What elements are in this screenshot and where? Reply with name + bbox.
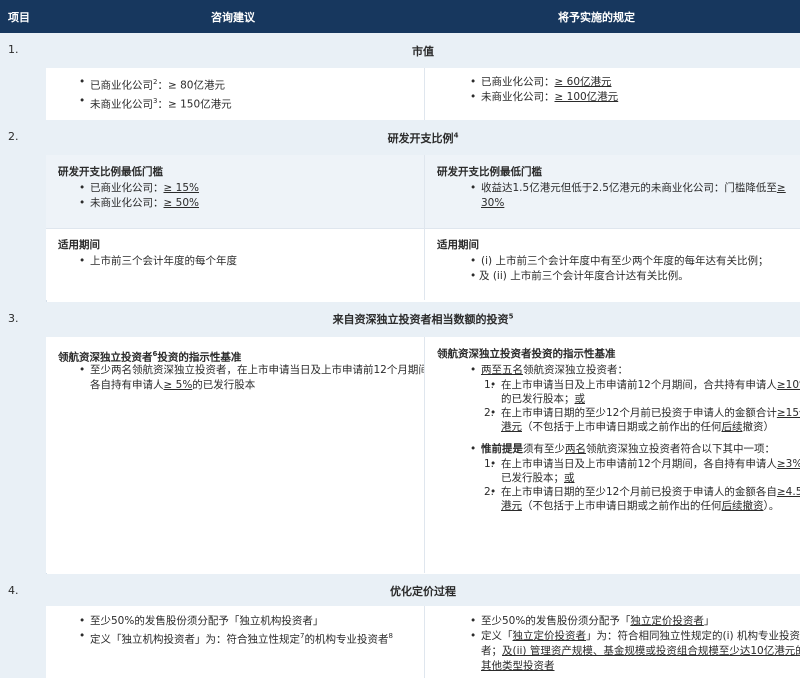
header-item: 项目 <box>8 11 30 24</box>
list-item: 至少50%的发售股份须分配予「独立机构投资者」 <box>79 614 435 629</box>
list-item: 两至五名领航资深独立投资者： 1.在上市申请当日及上市申请前12个月期间，合共持… <box>470 363 800 434</box>
block-title: 适用期间 <box>58 239 100 251</box>
row-number: 1. <box>8 43 19 56</box>
list-item: 未商业化公司：≥ 100亿港元 <box>470 90 618 105</box>
list-item: 未商业化公司：≥ 50% <box>79 196 199 211</box>
list-item: 定义「独立定价投资者」为：符合相同独立性规定的(i) 机构专业投资者；及(ii)… <box>470 629 800 674</box>
list-item: 未商业化公司3：≥ 150亿港元 <box>79 94 232 113</box>
row-number: 3. <box>8 312 19 325</box>
row2-right-period: 适用期间 (i) 上市前三个会计年度中有至少两个年度的每年达有关比例； 及 (i… <box>425 228 800 300</box>
row-number: 2. <box>8 130 19 143</box>
block-title: 适用期间 <box>437 239 479 251</box>
table-header: 项目 咨询建议 将予实施的规定 <box>0 0 800 33</box>
list-item: 至少50%的发售股份须分配予「独立定价投资者」 <box>470 614 800 629</box>
list-item: 及 (ii) 上市前三个会计年度合计达有关比例。 <box>470 269 800 284</box>
list-item: 惟前提是须有至少两名领航资深独立投资者符合以下其中一项： 1.在上市申请当日及上… <box>470 442 800 513</box>
row1-left: 已商业化公司2：≥ 80亿港元 未商业化公司3：≥ 150亿港元 <box>46 68 424 120</box>
numbered-item: 2.在上市申请日期的至少12个月前已投资于申请人的金额各自≥4.5亿港元（不包括… <box>484 485 800 513</box>
list-item: 收益达1.5亿港元但低于2.5亿港元的未商业化公司：门槛降低至≥ 30% <box>470 181 800 211</box>
block-title: 研发开支比例最低门槛 <box>58 166 163 178</box>
row3-left: 领航资深独立投资者6投资的指示性基准 至少两名领航资深独立投资者，在上市申请当日… <box>46 337 429 573</box>
block-title: 研发开支比例最低门槛 <box>437 166 542 178</box>
list-item: 已商业化公司2：≥ 80亿港元 <box>79 75 232 94</box>
row-number: 4. <box>8 584 19 597</box>
section-title: 优化定价过程 <box>46 574 800 606</box>
header-consultation: 咨询建议 <box>211 11 255 24</box>
list-item: 至少两名领航资深独立投资者，在上市申请当日及上市申请前12个月期间各自持有申请人… <box>79 363 430 393</box>
comparison-table: 项目 咨询建议 将予实施的规定 1. 2. 3. 4. 市值 已商业化公司2：≥… <box>0 0 800 678</box>
header-implemented: 将予实施的规定 <box>558 11 635 24</box>
section-title: 来自资深独立投资者相当数额的投资5 <box>46 302 800 337</box>
row2-right: 研发开支比例最低门槛 收益达1.5亿港元但低于2.5亿港元的未商业化公司：门槛降… <box>425 155 800 228</box>
numbered-item: 2.在上市申请日期的至少12个月前已投资于申请人的金额合计≥15亿港元（不包括于… <box>484 406 800 434</box>
row4-left: 至少50%的发售股份须分配予「独立机构投资者」 定义「独立机构投资者」为：符合独… <box>46 606 424 678</box>
list-item: 上市前三个会计年度的每个年度 <box>79 254 237 269</box>
row4-right: 至少50%的发售股份须分配予「独立定价投资者」 定义「独立定价投资者」为：符合相… <box>425 606 800 678</box>
section-title: 研发开支比例4 <box>46 120 800 155</box>
section-title: 市值 <box>46 33 800 68</box>
row2-left-period: 适用期间 上市前三个会计年度的每个年度 <box>46 228 424 300</box>
list-item: 已商业化公司：≥ 15% <box>79 181 199 196</box>
numbered-item: 1.在上市申请当日及上市申请前12个月期间，各自持有申请人≥3%的已发行股本；或 <box>484 457 800 485</box>
numbered-item: 1.在上市申请当日及上市申请前12个月期间，合共持有申请人≥10%的已发行股本；… <box>484 378 800 406</box>
block-title: 领航资深独立投资者投资的指示性基准 <box>437 348 616 360</box>
row1-right: 已商业化公司：≥ 60亿港元 未商业化公司：≥ 100亿港元 <box>425 68 800 120</box>
row3-right: 领航资深独立投资者投资的指示性基准 两至五名领航资深独立投资者： 1.在上市申请… <box>425 337 800 573</box>
list-item: 定义「独立机构投资者」为：符合独立性规定7的机构专业投资者8 <box>79 629 435 648</box>
list-item: (i) 上市前三个会计年度中有至少两个年度的每年达有关比例； <box>470 254 800 269</box>
list-item: 已商业化公司：≥ 60亿港元 <box>470 75 618 90</box>
